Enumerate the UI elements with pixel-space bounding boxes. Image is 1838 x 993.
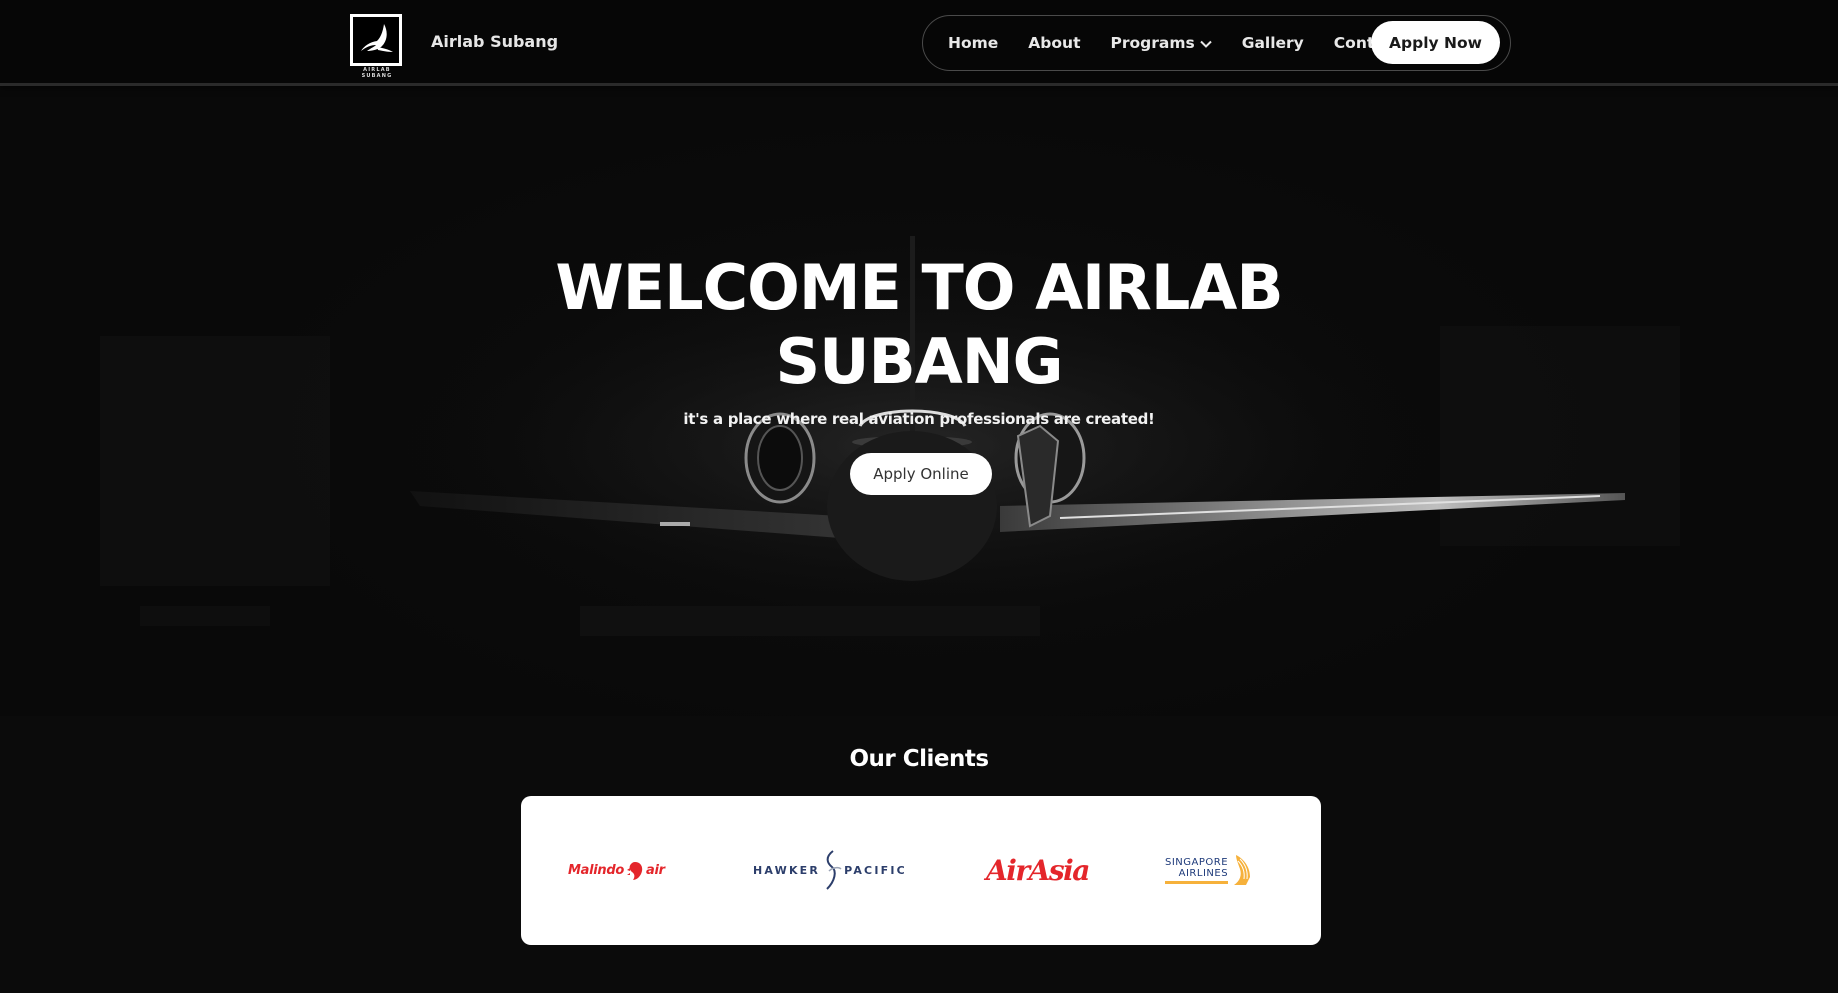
brand-name[interactable]: Airlab Subang: [431, 32, 558, 51]
client-logo-singapore-airlines: SINGAPORE AIRLINES: [1165, 796, 1254, 945]
clients-title: Our Clients: [849, 746, 989, 772]
nav-about[interactable]: About: [1028, 34, 1080, 52]
hero-title-line1: WELCOME TO AIRLAB: [555, 251, 1283, 324]
hawker-text-left: HAWKER: [753, 864, 821, 877]
hawker-text-right: PACIFIC: [844, 864, 907, 877]
chevron-down-icon: [1200, 34, 1212, 52]
hero-title: WELCOME TO AIRLAB SUBANG: [0, 251, 1838, 399]
sia-bird-icon: [1234, 854, 1251, 885]
client-logo-hawker-pacific: HAWKER PACIFIC: [753, 796, 907, 945]
clients-logo-card: Malindo air HAWKER PACIFIC AirAsia SINGA…: [521, 796, 1321, 945]
client-logo-airasia: AirAsia: [986, 796, 1090, 945]
nav-programs-label: Programs: [1110, 34, 1195, 52]
hero-section: WELCOME TO AIRLAB SUBANG it's a place wh…: [0, 86, 1838, 716]
malindo-text-left: Malindo: [568, 863, 625, 878]
hero-background-image: [100, 236, 1680, 636]
nav-home[interactable]: Home: [948, 34, 998, 52]
main-nav: Home About Programs Gallery Contact Appl…: [922, 15, 1511, 71]
nav-gallery[interactable]: Gallery: [1242, 34, 1304, 52]
airasia-text: AirAsia: [986, 854, 1090, 887]
sia-wordmark: SINGAPORE AIRLINES: [1165, 857, 1229, 884]
nav-programs[interactable]: Programs: [1110, 34, 1212, 52]
hero-title-line2: SUBANG: [775, 325, 1063, 398]
bird-logo-icon: [361, 24, 393, 52]
sia-line2: AIRLINES: [1178, 868, 1229, 879]
logo-caption: AIRLAB SUBANG: [361, 67, 393, 79]
hero-subtitle: it's a place where real aviation profess…: [683, 410, 1155, 428]
logo[interactable]: [350, 14, 402, 66]
apply-now-button[interactable]: Apply Now: [1371, 21, 1500, 64]
apply-online-button[interactable]: Apply Online: [850, 453, 992, 495]
hawker-swoosh-icon: [826, 849, 842, 890]
site-header: AIRLAB SUBANG Airlab Subang Home About P…: [0, 0, 1838, 86]
malindo-text-right: air: [646, 863, 665, 878]
client-logo-malindo-air: Malindo air: [568, 796, 665, 945]
sia-line1: SINGAPORE: [1165, 857, 1229, 868]
malindo-lion-icon: [627, 861, 643, 880]
